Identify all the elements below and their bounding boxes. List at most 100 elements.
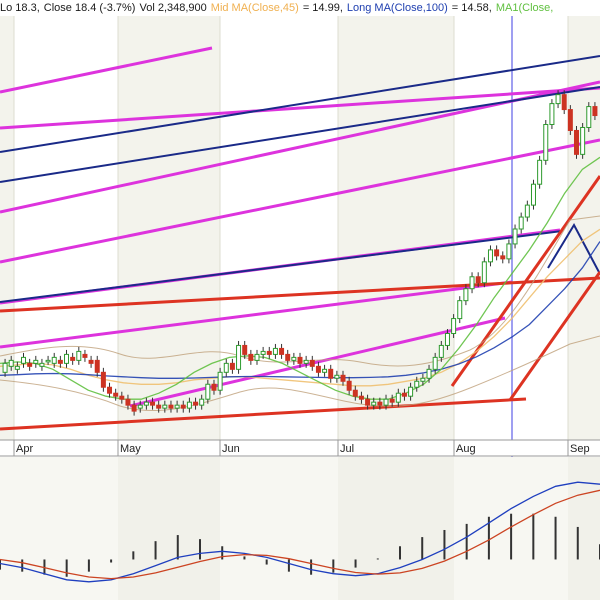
candle-body bbox=[33, 359, 39, 364]
candle-body bbox=[2, 362, 8, 373]
candle-body bbox=[377, 401, 383, 406]
candle-body bbox=[291, 356, 297, 361]
candle-body bbox=[334, 374, 340, 379]
candle-body bbox=[463, 288, 469, 302]
candle-body bbox=[561, 94, 567, 111]
candle-body bbox=[137, 404, 143, 409]
x-tick-label: May bbox=[120, 443, 141, 455]
candle-body bbox=[524, 204, 530, 218]
candle-body bbox=[401, 392, 407, 397]
candle-body bbox=[487, 249, 493, 263]
candle-body bbox=[82, 353, 88, 358]
candle-body bbox=[76, 350, 82, 361]
candle-body bbox=[156, 404, 162, 409]
candle-body bbox=[352, 389, 358, 397]
candle-body bbox=[100, 371, 106, 388]
candle-body bbox=[174, 404, 180, 409]
candle-body bbox=[444, 333, 450, 346]
candle-body bbox=[45, 359, 51, 363]
candle-body bbox=[242, 344, 248, 355]
x-axis bbox=[0, 439, 600, 457]
candle-body bbox=[567, 109, 573, 131]
candle-body bbox=[186, 401, 192, 409]
candle-body bbox=[125, 398, 131, 406]
candle-body bbox=[580, 126, 586, 155]
candle-body bbox=[549, 103, 555, 125]
candle-body bbox=[119, 395, 125, 400]
candle-body bbox=[107, 386, 113, 394]
candle-body bbox=[408, 386, 414, 397]
x-tick-label: Jun bbox=[222, 443, 240, 455]
candle-body bbox=[70, 356, 76, 361]
candle-body bbox=[285, 353, 291, 361]
candle-body bbox=[94, 359, 100, 373]
candle-body bbox=[8, 359, 14, 367]
candle-body bbox=[248, 353, 254, 361]
stock-chart[interactable]: Apr May Jun Jul Aug Sep bbox=[0, 0, 600, 600]
candle-body bbox=[254, 353, 260, 361]
candle-body bbox=[420, 377, 426, 382]
x-tick-label: Sep bbox=[570, 443, 590, 455]
candle-body bbox=[573, 129, 579, 155]
navy-trendline bbox=[0, 55, 600, 153]
candle-body bbox=[51, 356, 57, 364]
candle-body bbox=[315, 365, 321, 373]
candle-body bbox=[88, 359, 94, 364]
candle-body bbox=[21, 356, 27, 364]
candle-body bbox=[260, 350, 266, 355]
x-tick-label: Jul bbox=[340, 443, 354, 455]
candle-body bbox=[297, 356, 303, 364]
candle-body bbox=[414, 380, 420, 388]
candle-body bbox=[14, 365, 20, 370]
candle-body bbox=[500, 255, 506, 260]
candle-body bbox=[180, 404, 186, 409]
candle-body bbox=[39, 362, 45, 367]
candle-body bbox=[199, 398, 205, 406]
candle-body bbox=[457, 300, 463, 320]
candle-body bbox=[592, 106, 598, 117]
candle-body bbox=[57, 359, 63, 364]
candle-body bbox=[586, 106, 592, 128]
candle-body bbox=[475, 276, 481, 284]
candle-body bbox=[365, 398, 371, 406]
candle-body bbox=[113, 392, 119, 397]
candle-body bbox=[279, 347, 285, 355]
candle-body bbox=[322, 368, 328, 373]
navy-trendline bbox=[0, 230, 563, 303]
candle-body bbox=[389, 398, 395, 403]
candle-body bbox=[358, 395, 364, 400]
candle-body bbox=[543, 124, 549, 161]
candle-body bbox=[432, 356, 438, 370]
candle-body bbox=[438, 344, 444, 358]
candle-body bbox=[395, 392, 401, 403]
candle-body bbox=[27, 362, 33, 367]
candle-body bbox=[303, 359, 309, 364]
candle-body bbox=[150, 401, 156, 406]
candle-body bbox=[530, 183, 536, 206]
candle-body bbox=[205, 383, 211, 400]
macd-panel bbox=[0, 457, 600, 600]
candle-body bbox=[143, 401, 149, 406]
candle-body bbox=[236, 344, 242, 370]
candle-body bbox=[346, 380, 352, 391]
candle-body bbox=[383, 398, 389, 406]
candle-body bbox=[537, 159, 543, 185]
x-tick-label: Aug bbox=[456, 443, 476, 455]
candle-body bbox=[229, 362, 235, 370]
candle-body bbox=[131, 404, 137, 412]
candle-body bbox=[469, 276, 475, 290]
magenta-trendline bbox=[0, 86, 600, 130]
candle-body bbox=[223, 362, 229, 373]
x-tick-label: Apr bbox=[16, 443, 33, 455]
candle-body bbox=[555, 94, 561, 105]
candle-body bbox=[512, 228, 518, 245]
candle-body bbox=[340, 374, 346, 382]
candle-body bbox=[168, 404, 174, 409]
candle-body bbox=[481, 261, 487, 284]
candle-body bbox=[328, 368, 334, 379]
candle-body bbox=[506, 243, 512, 260]
candle-body bbox=[64, 353, 70, 364]
candle-body bbox=[309, 359, 315, 367]
candlestick-series bbox=[2, 90, 598, 416]
candle-body bbox=[266, 350, 272, 355]
